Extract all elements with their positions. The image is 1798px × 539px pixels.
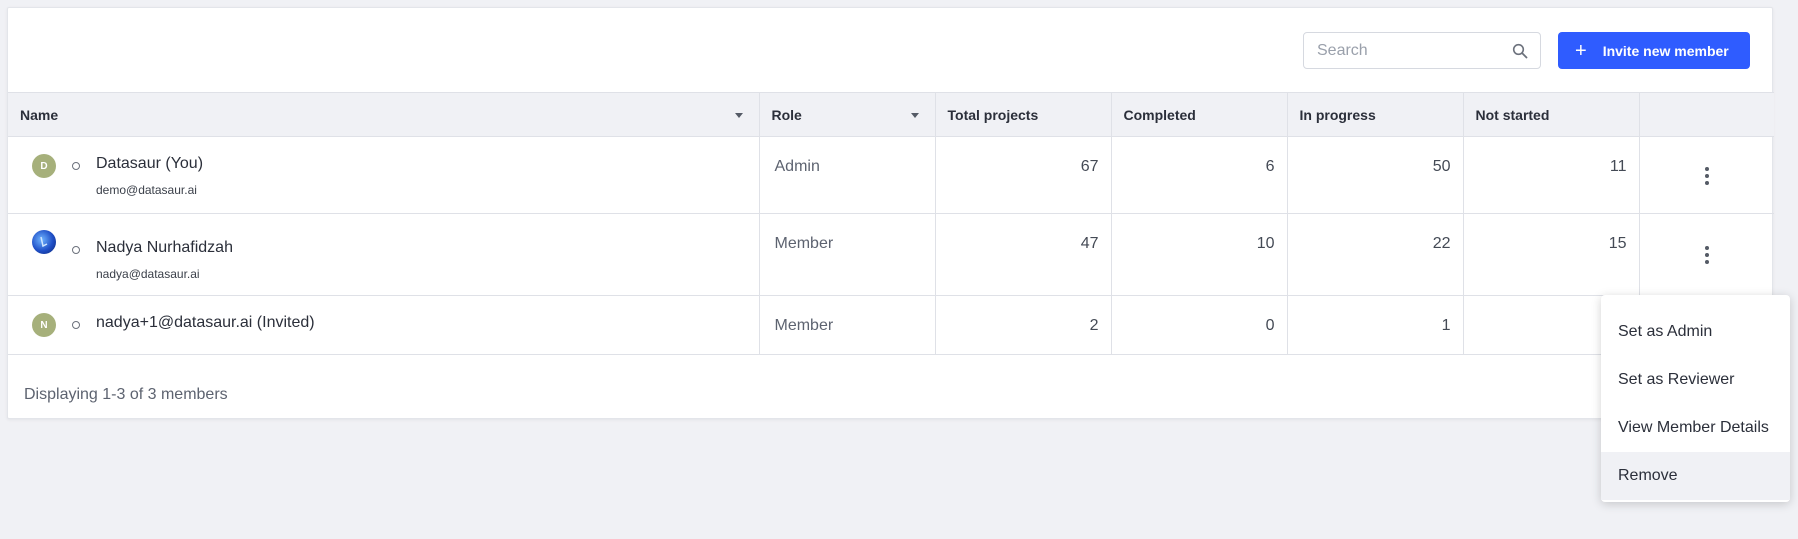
name-cell: D Datasaur (You) demo@datasaur.ai xyxy=(8,136,760,214)
avatar: D xyxy=(32,154,56,178)
actions-cell xyxy=(1639,136,1774,214)
column-header-completed: Completed xyxy=(1111,92,1288,137)
name-cell: Nadya Nurhafidzah nadya@datasaur.ai xyxy=(8,213,760,296)
status-dot-icon xyxy=(72,162,80,170)
completed-cell: 6 xyxy=(1111,136,1288,214)
member-email: nadya@datasaur.ai xyxy=(96,267,200,281)
sort-arrow-icon[interactable] xyxy=(734,113,743,118)
actions-cell xyxy=(1639,213,1774,296)
pagination-summary: Displaying 1-3 of 3 members xyxy=(24,386,228,403)
in-progress-cell: 1 xyxy=(1287,295,1464,355)
menu-item-remove[interactable]: Remove xyxy=(1601,452,1790,500)
not-started-cell: 15 xyxy=(1463,213,1640,296)
role-cell: Member xyxy=(759,295,936,355)
menu-item-set-as-admin[interactable]: Set as Admin xyxy=(1601,308,1790,356)
role-cell: Admin xyxy=(759,136,936,214)
plus-icon: + xyxy=(1575,39,1587,62)
role-cell: Member xyxy=(759,213,936,296)
column-header-name[interactable]: Name xyxy=(8,92,760,137)
invite-new-member-button[interactable]: + Invite new member xyxy=(1558,32,1750,69)
member-name: Datasaur (You) xyxy=(96,155,204,172)
status-dot-icon xyxy=(72,321,80,329)
more-options-icon[interactable] xyxy=(1652,167,1763,185)
more-options-icon[interactable] xyxy=(1652,246,1763,264)
table-row: Nadya Nurhafidzah nadya@datasaur.ai Memb… xyxy=(8,213,1774,296)
member-email: demo@datasaur.ai xyxy=(96,183,197,197)
avatar: N xyxy=(32,313,56,337)
column-header-total-projects: Total projects xyxy=(935,92,1112,137)
total-projects-cell: 67 xyxy=(935,136,1112,214)
invite-button-label: Invite new member xyxy=(1602,42,1729,59)
column-header-actions xyxy=(1639,92,1774,137)
table-row: D Datasaur (You) demo@datasaur.ai Admin … xyxy=(8,136,1774,214)
not-started-cell: 11 xyxy=(1463,136,1640,214)
total-projects-cell: 2 xyxy=(935,295,1112,355)
search-icon[interactable] xyxy=(1512,43,1528,59)
sort-arrow-icon[interactable] xyxy=(910,113,919,118)
column-label: Role xyxy=(771,106,802,123)
member-context-menu: Set as Admin Set as Reviewer View Member… xyxy=(1601,295,1790,502)
members-table: Name Role Total projects Completed In pr… xyxy=(8,92,1774,355)
column-header-not-started: Not started xyxy=(1463,92,1640,137)
members-card: + Invite new member Name Role Total proj… xyxy=(7,7,1774,419)
column-label: Name xyxy=(20,106,59,123)
column-header-in-progress: In progress xyxy=(1287,92,1464,137)
table-row: N nadya+1@datasaur.ai (Invited) Member 2… xyxy=(8,295,1774,355)
search-box[interactable] xyxy=(1303,32,1541,69)
member-name: Nadya Nurhafidzah xyxy=(96,239,233,256)
completed-cell: 0 xyxy=(1111,295,1288,355)
total-projects-cell: 47 xyxy=(935,213,1112,296)
avatar-image-icon xyxy=(40,236,48,248)
status-dot-icon xyxy=(72,246,80,254)
name-cell: N nadya+1@datasaur.ai (Invited) xyxy=(8,295,760,355)
avatar xyxy=(32,230,56,254)
menu-item-set-as-reviewer[interactable]: Set as Reviewer xyxy=(1601,356,1790,404)
column-header-role[interactable]: Role xyxy=(759,92,936,137)
member-name: nadya+1@datasaur.ai (Invited) xyxy=(96,314,315,331)
in-progress-cell: 22 xyxy=(1287,213,1464,296)
table-header-row: Name Role Total projects Completed In pr… xyxy=(8,92,1774,137)
in-progress-cell: 50 xyxy=(1287,136,1464,214)
search-input[interactable] xyxy=(1317,41,1502,60)
menu-item-view-member-details[interactable]: View Member Details xyxy=(1601,404,1790,452)
completed-cell: 10 xyxy=(1111,213,1288,296)
